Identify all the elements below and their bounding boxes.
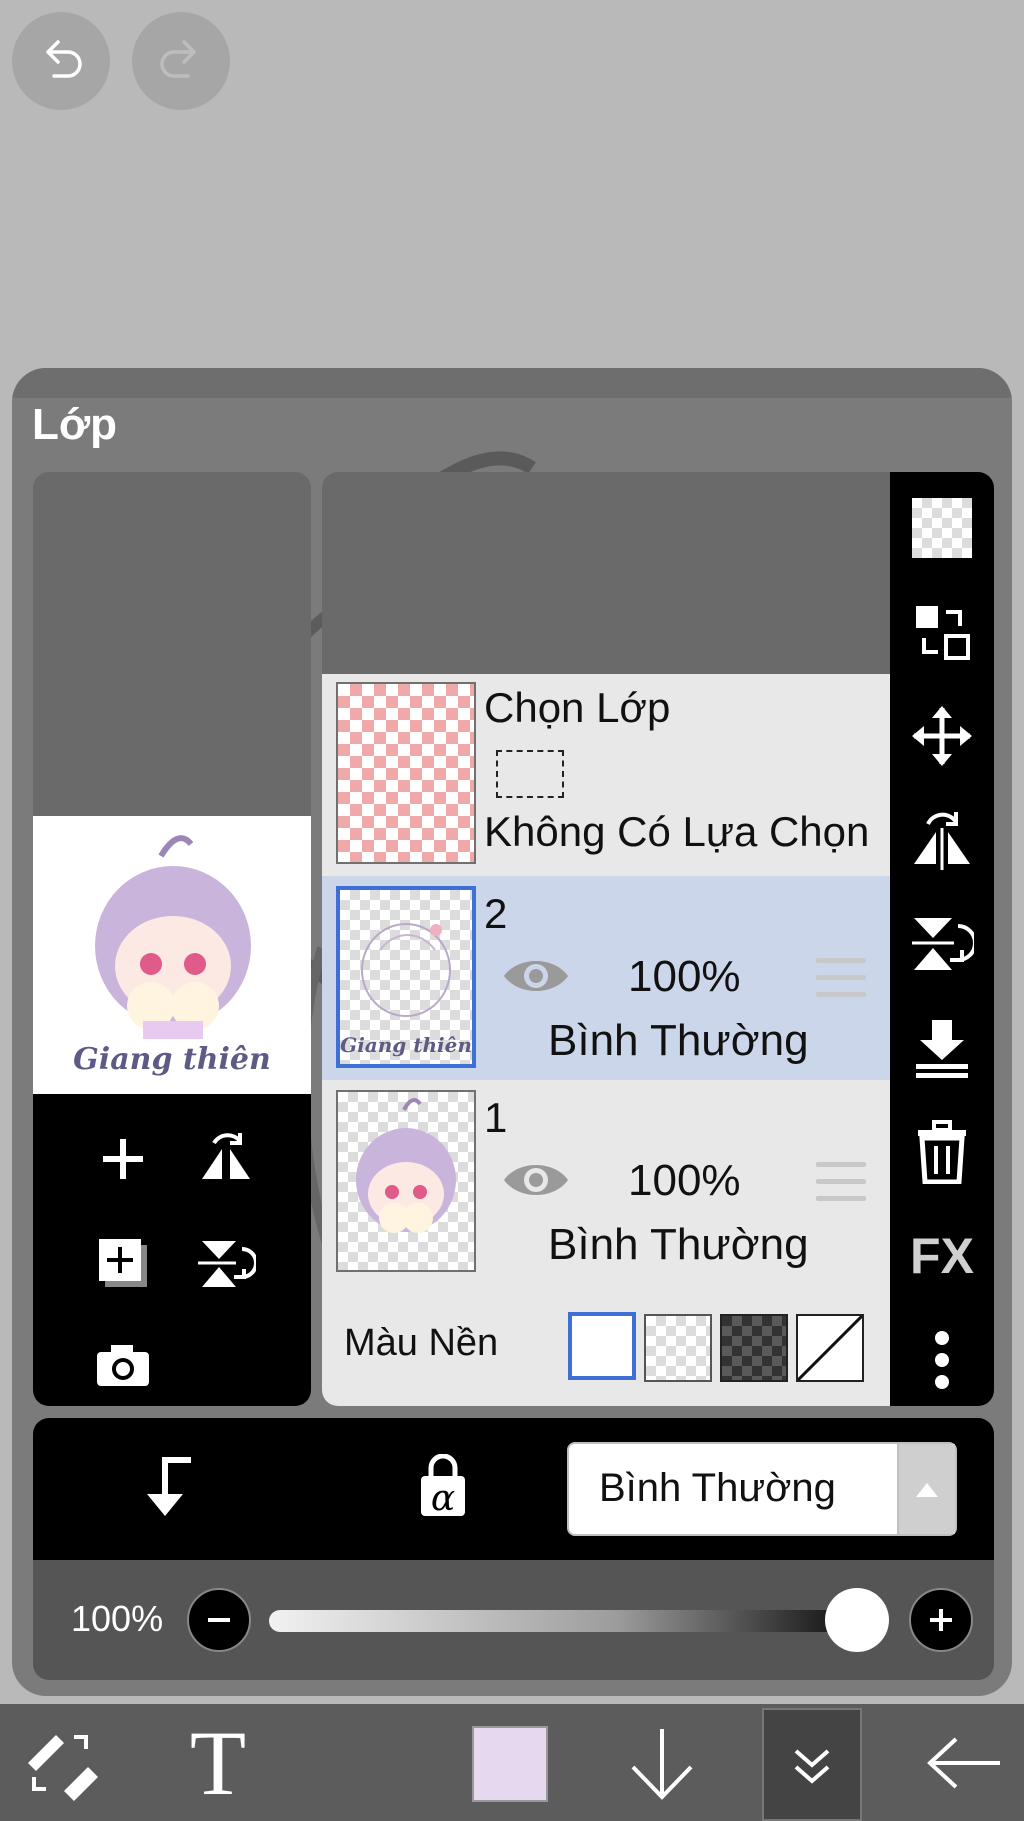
undo-icon [46,40,82,78]
drag-handle-icon[interactable] [816,958,866,1009]
layer-blend-mode: Bình Thường [548,1016,809,1065]
current-color-swatch[interactable] [472,1726,548,1802]
panel-title: Lớp [32,400,118,449]
layer-name: 1 [484,1094,508,1141]
blend-mode-value: Bình Thường [599,1466,836,1510]
opacity-slider-thumb[interactable] [825,1588,889,1652]
selection-status: Không Có Lựa Chọn [484,808,870,855]
swap-layers-button[interactable] [902,592,982,672]
opacity-slider-track[interactable] [269,1610,849,1632]
caret-up-icon [916,1483,938,1497]
layer-2-sketch: Giang thiên [340,923,472,1057]
tool-switch-button[interactable] [18,1704,102,1821]
fx-button[interactable]: FX [902,1216,982,1296]
background-color-row: Màu Nền [322,1284,902,1406]
svg-text:Giang thiên: Giang thiên [340,1033,472,1057]
layer-opacity: 100% [628,952,741,1001]
add-layer-icon [103,1139,143,1179]
text-tool-button[interactable]: T [168,1704,268,1821]
layer-controls-bar: α Bình Thường [33,1418,994,1560]
layer-opacity: 100% [628,1156,741,1205]
layer-action-bar: FX [890,472,994,1406]
layer-thumbnail: Giang thiên [336,886,476,1068]
visibility-toggle[interactable] [500,954,572,1003]
alpha-lock-label: α [430,1478,456,1519]
opacity-label: 100% [71,1598,164,1639]
flip-horizontal-icon [914,812,970,870]
layer-1-artwork [356,1098,456,1233]
selection-layer-row[interactable]: Chọn Lớp Không Có Lựa Chọn [322,674,902,878]
undo-button[interactable] [12,12,110,110]
layer-panel: Lớp Giang thiên Chọn Lớp Không Có Lựa Ch… [12,368,1012,1696]
layer-thumbnail [336,1090,476,1272]
move-icon [912,706,972,766]
arrow-down-icon [631,1728,693,1800]
layer-row[interactable]: 1 100% Bình Thường [322,1080,902,1286]
camera-icon [97,1345,149,1386]
transparency-icon [912,498,972,558]
eye-icon [504,961,568,991]
bg-transparent-option[interactable] [644,1314,712,1382]
flip-button[interactable] [191,1124,261,1194]
more-button[interactable] [902,1320,982,1400]
move-down-button[interactable] [622,1704,702,1821]
arrow-left-icon [927,1737,1000,1788]
move-button[interactable] [902,696,982,776]
plus-icon [930,1609,952,1631]
add-copy-button[interactable] [88,1228,158,1298]
opacity-decrease-button[interactable] [187,1588,251,1652]
visibility-toggle[interactable] [500,1158,572,1207]
bg-none-option[interactable] [796,1314,864,1382]
trash-icon [918,1120,966,1184]
redo-icon [160,40,196,78]
layer-tools-panel [33,1094,311,1406]
camera-button[interactable] [88,1330,158,1400]
eye-icon [504,1165,568,1195]
delete-layer-button[interactable] [902,1112,982,1192]
selection-layer-title: Chọn Lớp [484,684,671,731]
flip-horizontal-button[interactable] [902,800,982,880]
flip-vertical-button[interactable] [902,904,982,984]
flip-vertical-icon [198,1241,256,1287]
selection-marquee-icon [496,750,564,798]
layer-name: 2 [484,890,508,937]
flip-vertical-button[interactable] [191,1228,261,1298]
flip-icon [202,1133,250,1179]
add-layer-button[interactable] [88,1124,158,1194]
blend-mode-select[interactable]: Bình Thường [567,1442,957,1536]
double-chevron-down-icon [794,1748,830,1784]
layer-blend-mode: Bình Thường [548,1220,809,1269]
transparency-button[interactable] [902,488,982,568]
alpha-lock-button[interactable]: α [415,1453,471,1519]
swap-layers-icon [916,606,970,660]
background-color-label: Màu Nền [344,1322,499,1364]
layer-list: Chọn Lớp Không Có Lựa Chọn Giang thiên 2 [322,472,902,1406]
canvas-preview: Giang thiên [33,816,311,1094]
opacity-increase-button[interactable] [909,1588,973,1652]
blend-mode-dropdown-button[interactable] [899,1444,955,1534]
opacity-row: 100% [33,1560,994,1680]
selection-layer-thumbnail [336,682,476,864]
layer-row[interactable]: Giang thiên 2 100% Bình Thường [322,876,902,1082]
flip-vertical-icon [912,918,974,970]
no-background-icon [796,1314,864,1382]
bg-dark-checker-option[interactable] [720,1314,788,1382]
redo-button[interactable] [132,12,230,110]
merge-down-button[interactable] [902,1008,982,1088]
panel-header-strip [12,368,1012,398]
bg-white-option[interactable] [568,1312,636,1380]
more-icon [935,1331,949,1389]
clip-arrow-icon [147,1457,191,1516]
drag-handle-icon[interactable] [816,1162,866,1213]
back-button[interactable] [922,1704,1006,1821]
preview-watermark: Giang thiên [73,1042,271,1077]
add-copy-icon [99,1239,147,1287]
clipping-button[interactable] [141,1454,197,1523]
minus-icon [208,1618,230,1622]
merge-down-icon [916,1020,968,1078]
collapse-panel-button[interactable] [762,1708,862,1821]
preview-column: Giang thiên [33,472,311,1406]
bottom-toolbar: T [0,1704,1024,1821]
brush-eraser-icon [28,1734,98,1801]
